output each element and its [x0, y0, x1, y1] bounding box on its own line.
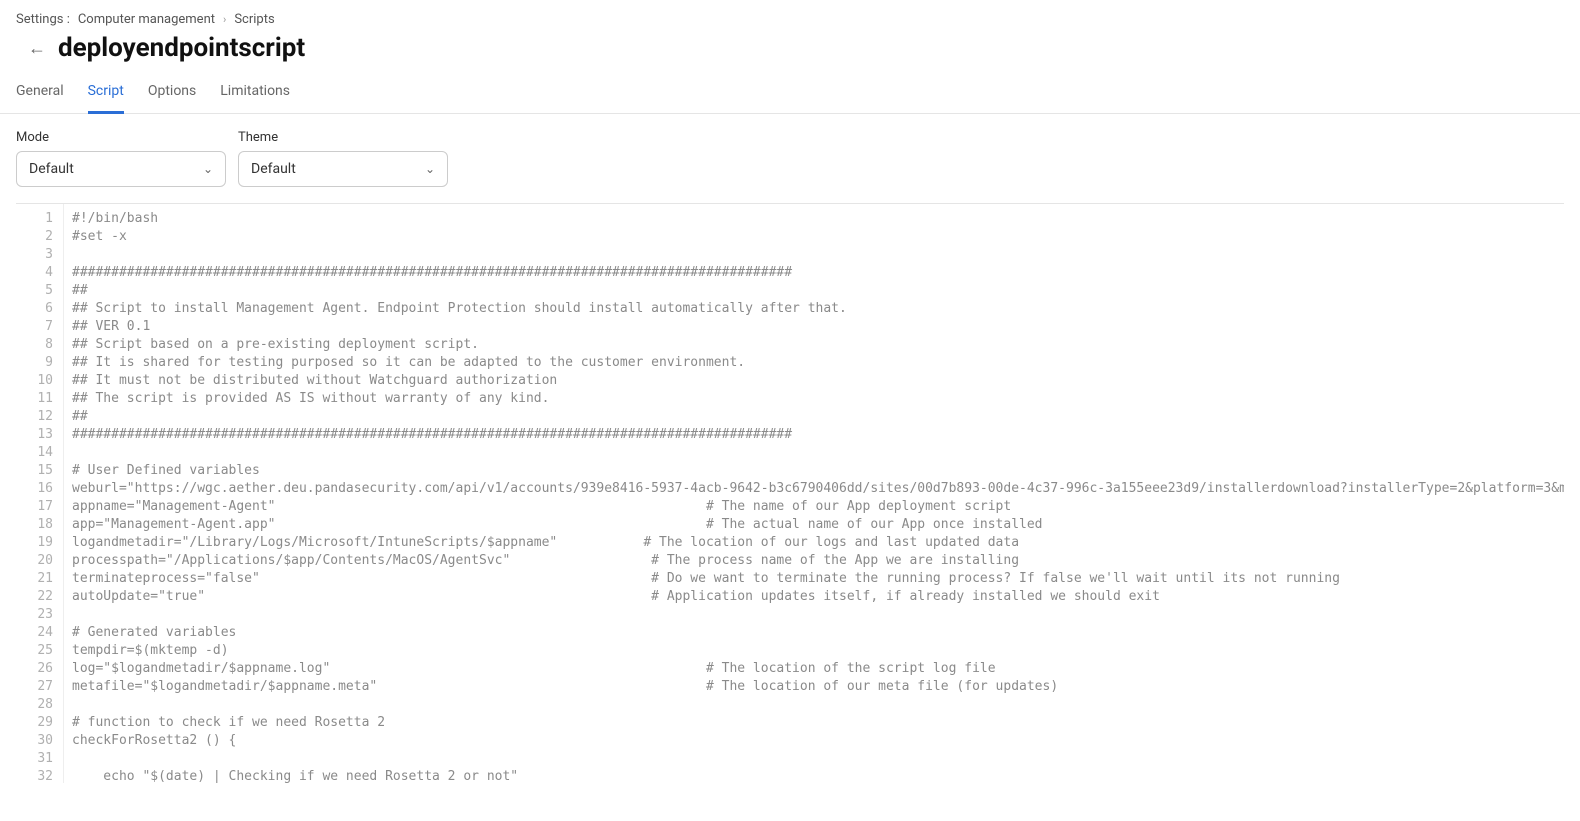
code-line: autoUpdate="true" # Application updates …	[72, 588, 1564, 606]
code-line	[72, 750, 1564, 768]
breadcrumb: Settings : Computer management › Scripts	[16, 12, 1564, 27]
line-number: 9	[16, 354, 53, 372]
line-number: 22	[16, 588, 53, 606]
code-line: ## It is shared for testing purposed so …	[72, 354, 1564, 372]
line-number: 16	[16, 480, 53, 498]
code-line: weburl="https://wgc.aether.deu.pandasecu…	[72, 480, 1564, 498]
tabs: General Script Options Limitations	[0, 73, 1580, 114]
code-line: log="$logandmetadir/$appname.log" # The …	[72, 660, 1564, 678]
tab-options[interactable]: Options	[148, 73, 196, 114]
breadcrumb-scripts[interactable]: Scripts	[234, 12, 274, 27]
line-number: 19	[16, 534, 53, 552]
code-line: ########################################…	[72, 426, 1564, 444]
line-number: 14	[16, 444, 53, 462]
line-number: 24	[16, 624, 53, 642]
line-number: 20	[16, 552, 53, 570]
mode-select[interactable]: Default ⌄	[16, 151, 226, 187]
chevron-down-icon: ⌄	[203, 162, 213, 176]
line-number: 12	[16, 408, 53, 426]
line-number: 2	[16, 228, 53, 246]
code-line	[72, 246, 1564, 264]
line-number: 28	[16, 696, 53, 714]
line-number: 11	[16, 390, 53, 408]
code-line: # function to check if we need Rosetta 2	[72, 714, 1564, 732]
line-number-gutter: 1234567891011121314151617181920212223242…	[16, 204, 64, 783]
chevron-down-icon: ⌄	[425, 162, 435, 176]
line-number: 7	[16, 318, 53, 336]
mode-select-value: Default	[29, 161, 74, 177]
code-line: ##	[72, 282, 1564, 300]
back-arrow-icon[interactable]: ←	[16, 38, 46, 59]
code-line: #set -x	[72, 228, 1564, 246]
line-number: 18	[16, 516, 53, 534]
breadcrumb-root: Settings :	[16, 12, 70, 27]
code-content[interactable]: #!/bin/bash#set -x######################…	[64, 204, 1564, 783]
line-number: 29	[16, 714, 53, 732]
code-line: echo "$(date) | Checking if we need Rose…	[72, 768, 1564, 783]
line-number: 21	[16, 570, 53, 588]
line-number: 32	[16, 768, 53, 783]
chevron-right-icon: ›	[223, 13, 226, 26]
code-line: ## Script based on a pre-existing deploy…	[72, 336, 1564, 354]
code-line: ## It must not be distributed without Wa…	[72, 372, 1564, 390]
line-number: 15	[16, 462, 53, 480]
code-line: #!/bin/bash	[72, 210, 1564, 228]
line-number: 26	[16, 660, 53, 678]
code-line	[72, 696, 1564, 714]
code-line: ########################################…	[72, 264, 1564, 282]
tab-limitations[interactable]: Limitations	[220, 73, 290, 114]
theme-select[interactable]: Default ⌄	[238, 151, 448, 187]
breadcrumb-computer-management[interactable]: Computer management	[78, 12, 215, 27]
code-line: checkForRosetta2 () {	[72, 732, 1564, 750]
code-line: processpath="/Applications/$app/Contents…	[72, 552, 1564, 570]
code-line: # Generated variables	[72, 624, 1564, 642]
line-number: 17	[16, 498, 53, 516]
code-line: ##	[72, 408, 1564, 426]
line-number: 5	[16, 282, 53, 300]
code-line: metafile="$logandmetadir/$appname.meta" …	[72, 678, 1564, 696]
theme-label: Theme	[238, 130, 448, 145]
tab-general[interactable]: General	[16, 73, 64, 114]
line-number: 25	[16, 642, 53, 660]
tab-script[interactable]: Script	[88, 73, 124, 114]
theme-select-value: Default	[251, 161, 296, 177]
line-number: 10	[16, 372, 53, 390]
code-line: terminateprocess="false" # Do we want to…	[72, 570, 1564, 588]
mode-label: Mode	[16, 130, 226, 145]
line-number: 30	[16, 732, 53, 750]
line-number: 23	[16, 606, 53, 624]
code-line: appname="Management-Agent" # The name of…	[72, 498, 1564, 516]
code-line: ## Script to install Management Agent. E…	[72, 300, 1564, 318]
code-line	[72, 606, 1564, 624]
code-line: ## The script is provided AS IS without …	[72, 390, 1564, 408]
line-number: 27	[16, 678, 53, 696]
code-editor[interactable]: 1234567891011121314151617181920212223242…	[16, 203, 1564, 783]
code-line	[72, 444, 1564, 462]
code-line: tempdir=$(mktemp -d)	[72, 642, 1564, 660]
page-title: deployendpointscript	[58, 33, 305, 63]
code-line: # User Defined variables	[72, 462, 1564, 480]
line-number: 3	[16, 246, 53, 264]
line-number: 31	[16, 750, 53, 768]
line-number: 8	[16, 336, 53, 354]
code-line: ## VER 0.1	[72, 318, 1564, 336]
code-line: app="Management-Agent.app" # The actual …	[72, 516, 1564, 534]
line-number: 4	[16, 264, 53, 282]
line-number: 1	[16, 210, 53, 228]
line-number: 6	[16, 300, 53, 318]
line-number: 13	[16, 426, 53, 444]
code-line: logandmetadir="/Library/Logs/Microsoft/I…	[72, 534, 1564, 552]
